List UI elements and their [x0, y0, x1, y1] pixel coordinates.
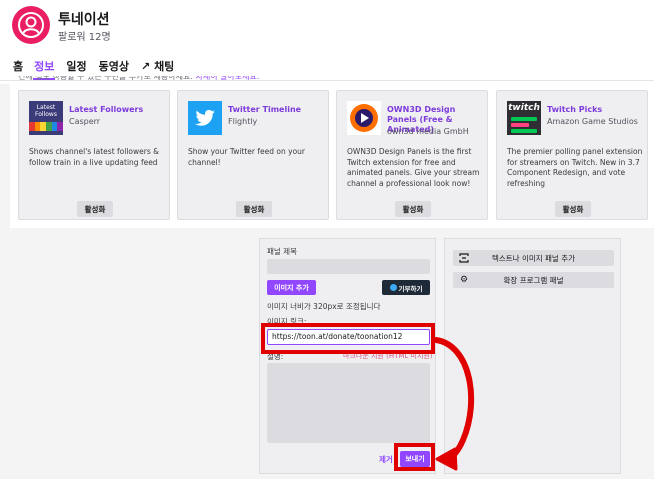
description-textarea[interactable] — [267, 363, 430, 443]
extension-author: Flightly — [228, 117, 258, 126]
gear-icon: ⚙ — [459, 275, 469, 285]
extension-panel-button[interactable]: ⚙ 확장 프로그램 패널 — [453, 272, 614, 288]
extension-card-twitch-picks[interactable]: twitch Twitch Picks Amazon Game Studios … — [496, 90, 648, 220]
follower-count: 팔로워 12명 — [58, 32, 111, 43]
twitch-picks-icon-text: twitch — [508, 103, 540, 113]
tab-videos[interactable]: 동영상 — [93, 56, 135, 78]
extension-title[interactable]: Twitter Timeline — [228, 105, 328, 115]
own3d-icon — [347, 101, 381, 135]
activate-button[interactable]: 활성화 — [77, 201, 113, 217]
panel-add-icon — [459, 253, 469, 263]
twitter-bird-icon — [188, 101, 222, 135]
activate-button[interactable]: 활성화 — [236, 201, 272, 217]
remove-button[interactable]: 제거 — [379, 454, 393, 465]
image-width-note: 이미지 너비가 320px로 조정됩니다 — [267, 302, 381, 311]
add-image-button[interactable]: 이미지 추가 — [267, 280, 316, 295]
link-input-highlight-box — [261, 323, 435, 354]
extension-card-latest-followers[interactable]: Latest Follows Latest Followers Casperr … — [18, 90, 170, 220]
user-silhouette-icon — [18, 12, 44, 38]
latest-follows-icon-text: Latest Follows — [35, 104, 57, 118]
extension-title[interactable]: Twitch Picks — [547, 105, 647, 115]
panel-editor: 패널 제목 이미지 추가 기부하기 이미지 너비가 320px로 조정됩니다 이… — [259, 238, 436, 474]
panel-title-label: 패널 제목 — [267, 247, 297, 256]
tab-chat[interactable]: ↗ 채팅 — [135, 56, 180, 78]
extension-description: Shows channel's latest followers & follo… — [29, 147, 159, 167]
donate-logo-icon — [389, 284, 397, 291]
donate-image-preview: 기부하기 — [382, 280, 430, 295]
tab-chat-label: 채팅 — [154, 60, 175, 73]
extension-card-own3d[interactable]: OWN3D Design Panels (Free & Animated) ow… — [336, 90, 488, 220]
submit-button-highlight-box — [394, 443, 435, 471]
add-text-image-panel-label: 텍스트나 이미지 패널 추가 — [491, 253, 576, 263]
extension-panel-label: 확장 프로그램 패널 — [503, 275, 564, 285]
donate-badge-text: 기부하기 — [398, 284, 423, 293]
extension-description: The premier polling panel extension for … — [507, 147, 643, 188]
extension-author: Casperr — [69, 117, 101, 126]
tab-schedule[interactable]: 일정 — [60, 56, 92, 78]
extension-description: OWN3D Design Panels is the first Twitch … — [347, 147, 480, 188]
extension-author: Amazon Game Studios — [547, 117, 638, 126]
channel-name[interactable]: 투네이션 — [58, 9, 110, 29]
extension-card-twitter-timeline[interactable]: Twitter Timeline Flightly Show your Twit… — [177, 90, 329, 220]
channel-avatar[interactable] — [12, 6, 50, 44]
panel-options-sidebar: 텍스트나 이미지 패널 추가 ⚙ 확장 프로그램 패널 — [444, 238, 621, 474]
panel-title-input[interactable] — [267, 259, 430, 274]
extension-cards-panel: 건에 정보 작동할 수 있는 수단을 추가로 제공하세요. 자세히 알아보세요.… — [10, 76, 654, 228]
tab-about[interactable]: 정보 — [28, 56, 60, 80]
extension-author: own3d media GmbH — [387, 127, 469, 136]
twitch-picks-icon: twitch — [507, 101, 541, 135]
extension-description: Show your Twitter feed on your channel! — [188, 147, 305, 167]
add-text-image-panel-button[interactable]: 텍스트나 이미지 패널 추가 — [453, 250, 614, 266]
arrow-up-right-icon: ↗ — [141, 60, 151, 73]
extension-title[interactable]: Latest Followers — [69, 105, 169, 115]
channel-header: 투네이션 팔로워 12명 홈 정보 일정 동영상 ↗ 채팅 — [0, 0, 654, 84]
tab-home[interactable]: 홈 — [0, 56, 28, 78]
activate-button[interactable]: 활성화 — [395, 201, 431, 217]
activate-button[interactable]: 활성화 — [555, 201, 591, 217]
latest-follows-icon: Latest Follows — [29, 101, 63, 135]
